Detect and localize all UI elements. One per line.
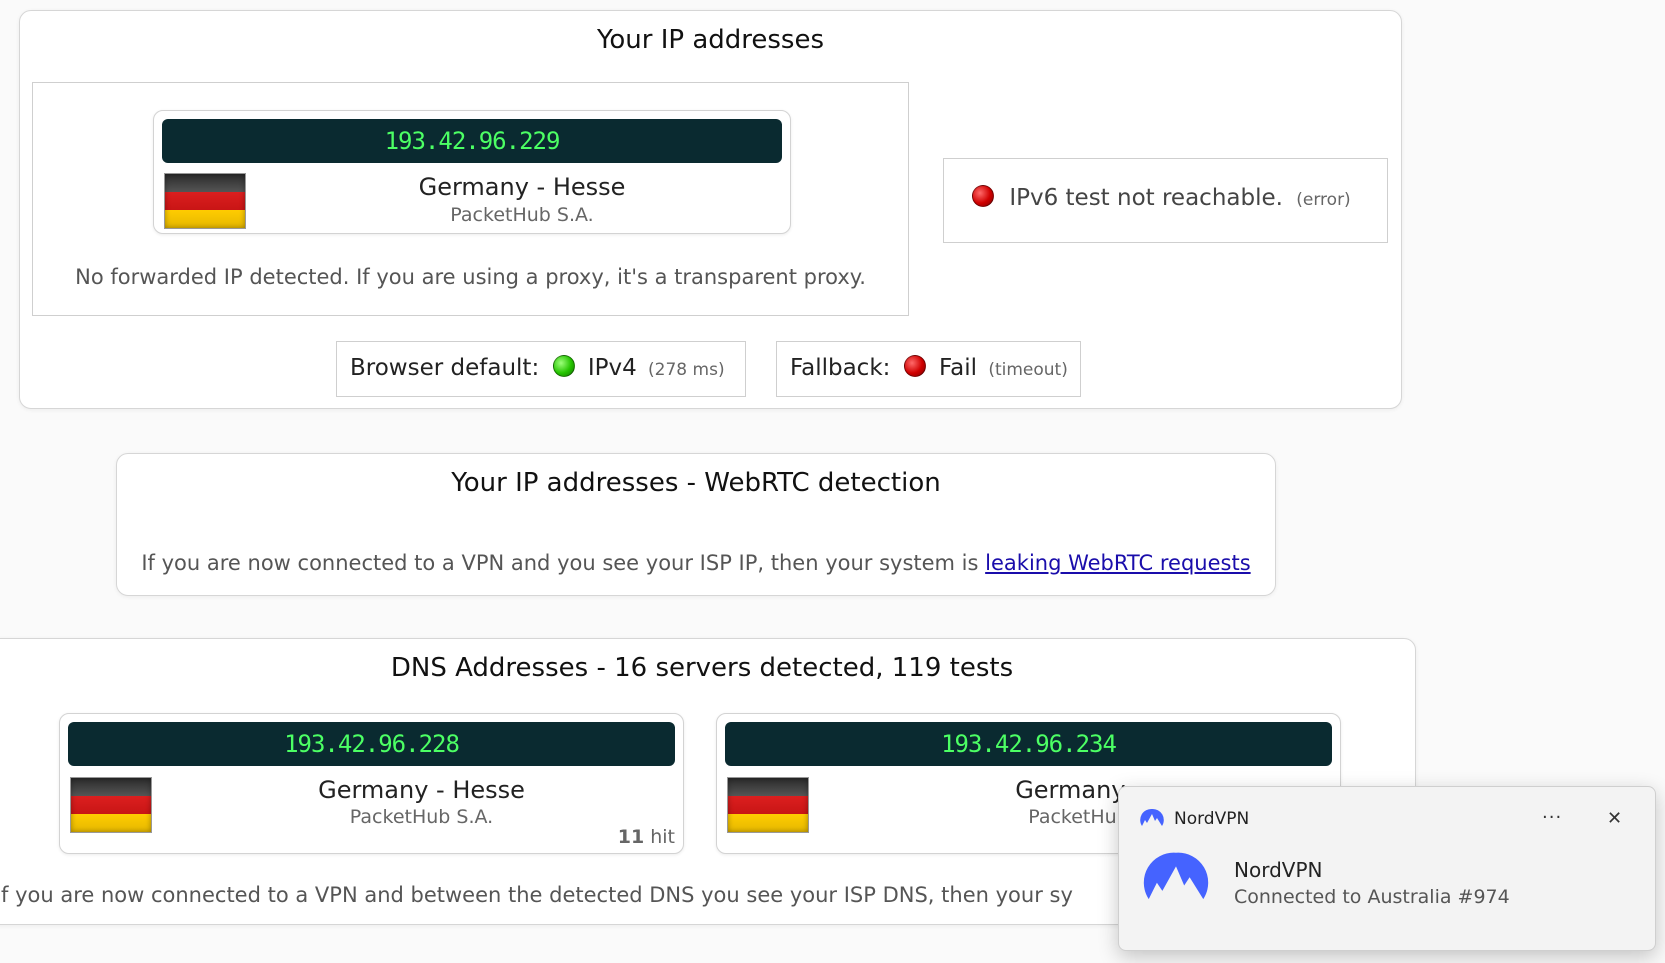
dns-title: DNS Addresses - 16 servers detected, 119… xyxy=(390,653,1014,683)
germany-flag-icon xyxy=(727,777,809,833)
public-ip-card: 193.42.96.229 Germany - Hesse PacketHub … xyxy=(153,110,791,234)
dns-server-location: Germany - Hesse xyxy=(318,776,525,804)
webrtc-text: If you are now connected to a VPN and yo… xyxy=(141,551,979,575)
dns-server-isp: PacketHub S.A. xyxy=(349,806,494,828)
more-options-button[interactable]: ··· xyxy=(1542,807,1562,828)
dns-hit-count: 11 xyxy=(617,826,645,848)
ip-addresses-title: Your IP addresses xyxy=(596,25,825,55)
nordvpn-notification[interactable]: NordVPN ··· ✕ NordVPN Connected to Austr… xyxy=(1118,786,1656,951)
dns-leak-text: f you are now connected to a VPN and bet… xyxy=(1,883,1073,907)
success-status-icon xyxy=(552,355,575,377)
webrtc-title: Your IP addresses - WebRTC detection xyxy=(451,468,941,498)
browser-default-box: Browser default: IPv4 (278 ms) xyxy=(336,341,746,397)
nordvpn-logo-icon xyxy=(1143,852,1209,900)
fallback-label: Fallback: xyxy=(790,355,891,381)
public-ip-box: 193.42.96.229 Germany - Hesse PacketHub … xyxy=(32,82,909,316)
close-notification-button[interactable]: ✕ xyxy=(1607,808,1622,829)
dns-server-card: 193.42.96.228 Germany - Hesse PacketHub … xyxy=(59,713,684,854)
nordvpn-logo-icon xyxy=(1140,808,1164,826)
fallback-box: Fallback: Fail (timeout) xyxy=(776,341,1081,397)
notification-title: NordVPN xyxy=(1234,858,1323,882)
dns-server-ip[interactable]: 193.42.96.234 xyxy=(725,722,1332,766)
browser-default-label: Browser default: xyxy=(350,355,540,381)
leaking-webrtc-link[interactable]: leaking WebRTC requests xyxy=(985,551,1250,575)
fallback-value: Fail xyxy=(939,355,978,381)
browser-default-note: (278 ms) xyxy=(648,360,725,380)
notification-message: Connected to Australia #974 xyxy=(1234,886,1510,908)
public-ip-location: Germany - Hesse xyxy=(418,173,626,201)
ip-addresses-card: Your IP addresses 193.42.96.229 Germany … xyxy=(19,10,1402,409)
dns-server-ip[interactable]: 193.42.96.228 xyxy=(68,722,675,766)
fail-status-icon xyxy=(903,355,926,377)
dns-hit-label: hit xyxy=(650,826,675,848)
webrtc-card: Your IP addresses - WebRTC detection If … xyxy=(116,453,1276,596)
error-status-icon xyxy=(972,185,994,207)
germany-flag-icon xyxy=(70,777,152,833)
public-ip-isp: PacketHub S.A. xyxy=(450,204,594,226)
ipv6-status-box: IPv6 test not reachable. (error) xyxy=(943,158,1388,243)
germany-flag-icon xyxy=(164,173,246,229)
fallback-note: (timeout) xyxy=(988,360,1068,380)
ipv6-status-note: (error) xyxy=(1296,190,1351,210)
ipv6-status-text: IPv6 test not reachable. xyxy=(1009,185,1283,211)
notification-app-name: NordVPN xyxy=(1174,809,1250,829)
webrtc-description: If you are now connected to a VPN and yo… xyxy=(117,551,1275,575)
public-ip-address[interactable]: 193.42.96.229 xyxy=(162,119,782,163)
browser-default-value: IPv4 xyxy=(587,355,637,381)
dns-server-hits: 11 hit xyxy=(618,826,675,848)
forwarded-ip-text: No forwarded IP detected. If you are usi… xyxy=(75,265,866,289)
